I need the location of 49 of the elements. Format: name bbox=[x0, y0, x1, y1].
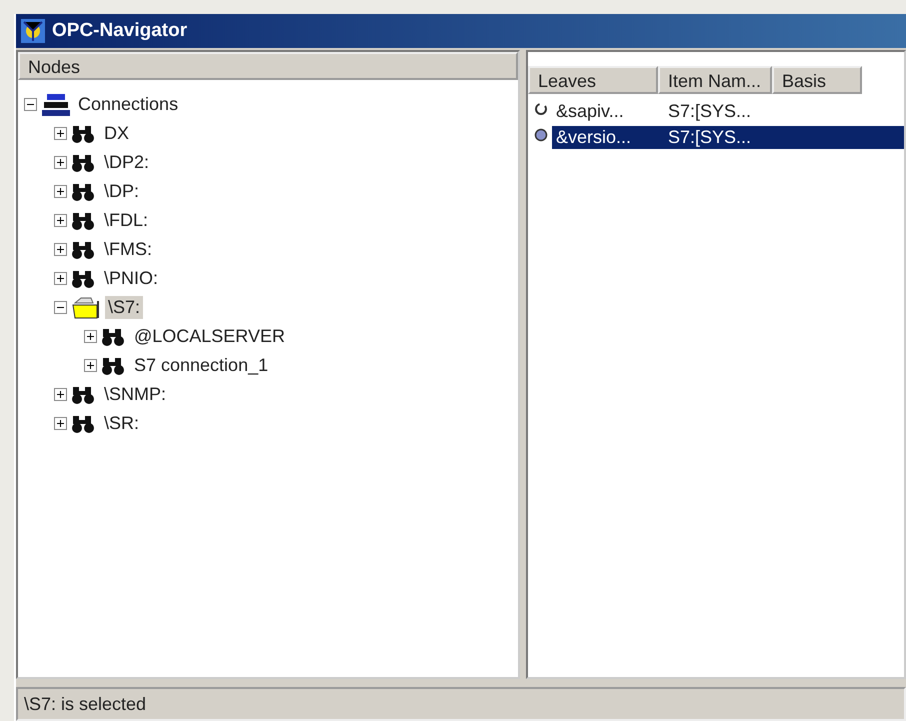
expand-icon[interactable] bbox=[84, 330, 97, 343]
binoculars-icon bbox=[71, 414, 97, 434]
tree-item[interactable]: @LOCALSERVER bbox=[131, 325, 288, 348]
status-text: \S7: is selected bbox=[24, 694, 146, 714]
tree-item[interactable]: \SNMP: bbox=[101, 383, 170, 406]
tree-item[interactable]: \FDL: bbox=[101, 209, 152, 232]
tree-item[interactable]: \DP: bbox=[101, 180, 142, 203]
binoculars-icon bbox=[71, 210, 97, 230]
expand-icon[interactable] bbox=[54, 272, 67, 285]
binoculars-icon bbox=[71, 124, 97, 144]
binoculars-icon bbox=[71, 384, 97, 404]
binoculars-icon bbox=[101, 356, 127, 376]
column-header[interactable]: Item Nam... bbox=[658, 66, 772, 94]
tree-item[interactable]: Connections bbox=[75, 93, 182, 116]
expand-icon[interactable] bbox=[84, 359, 97, 372]
tree-item[interactable]: DX bbox=[101, 122, 132, 145]
column-header[interactable]: Nodes bbox=[18, 52, 518, 80]
binoculars-icon bbox=[71, 152, 97, 172]
binoculars-icon bbox=[71, 240, 97, 260]
tree-item[interactable]: \SR: bbox=[101, 412, 142, 435]
expand-icon[interactable] bbox=[54, 388, 67, 401]
column-header[interactable]: Basis bbox=[772, 66, 862, 94]
collapse-icon[interactable] bbox=[54, 301, 67, 314]
expand-icon[interactable] bbox=[54, 127, 67, 140]
tree-item[interactable]: S7 connection_1 bbox=[131, 354, 272, 377]
tree-item[interactable]: \FMS: bbox=[101, 238, 155, 261]
binoculars-icon bbox=[71, 182, 97, 202]
window-title: OPC-Navigator bbox=[52, 20, 188, 42]
expand-icon[interactable] bbox=[54, 185, 67, 198]
ring-icon bbox=[534, 102, 548, 116]
tree-item[interactable]: \S7: bbox=[105, 296, 144, 319]
app-icon bbox=[20, 18, 46, 44]
server-icon bbox=[41, 92, 71, 116]
folder-icon bbox=[71, 296, 101, 318]
binoculars-icon bbox=[101, 326, 127, 346]
tree-item[interactable]: \PNIO: bbox=[101, 267, 162, 290]
expand-icon[interactable] bbox=[54, 243, 67, 256]
table-cell[interactable]: S7:[SYS... bbox=[664, 126, 904, 148]
tree-item[interactable]: \DP2: bbox=[101, 151, 152, 174]
collapse-icon[interactable] bbox=[24, 98, 37, 111]
expand-icon[interactable] bbox=[54, 214, 67, 227]
expand-icon[interactable] bbox=[54, 156, 67, 169]
expand-icon[interactable] bbox=[54, 417, 67, 430]
binoculars-icon bbox=[71, 268, 97, 288]
column-header[interactable]: Leaves bbox=[528, 66, 658, 94]
dot-icon bbox=[534, 128, 548, 142]
table-cell[interactable]: S7:[SYS... bbox=[664, 100, 778, 122]
table-cell[interactable]: &sapiv... bbox=[552, 100, 664, 122]
table-cell[interactable]: &versio... bbox=[552, 126, 664, 148]
